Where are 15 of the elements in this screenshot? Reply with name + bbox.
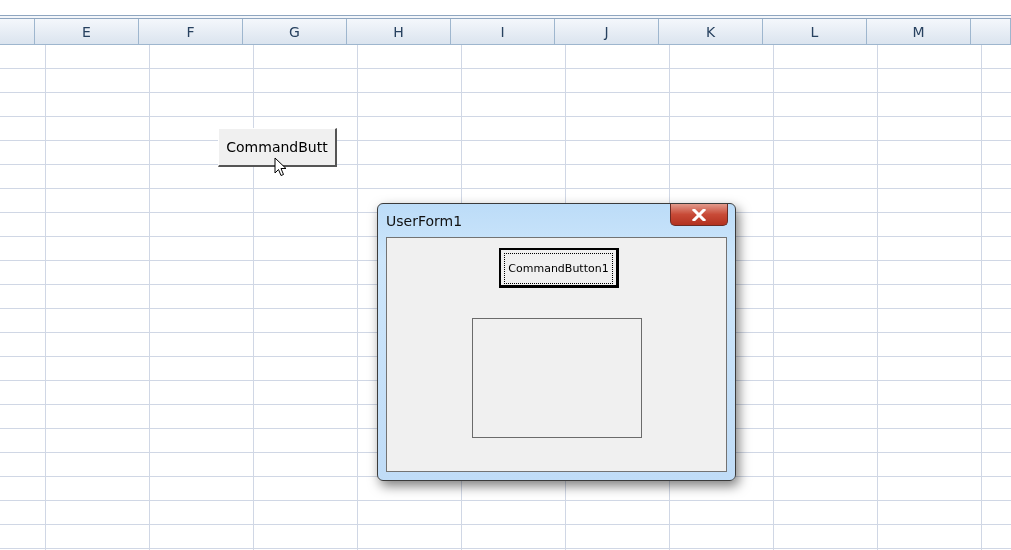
window-title: UserForm1 — [386, 213, 463, 229]
command-button[interactable]: CommandButt — [218, 128, 337, 167]
column-header[interactable]: M — [867, 19, 971, 44]
column-header[interactable]: E — [35, 19, 139, 44]
command-button[interactable]: CommandButton1 — [499, 248, 619, 288]
close-icon — [691, 208, 707, 221]
column-header[interactable]: F — [139, 19, 243, 44]
column-header[interactable]: G — [243, 19, 347, 44]
column-header[interactable]: I — [451, 19, 555, 44]
column-header[interactable]: L — [763, 19, 867, 44]
mouse-cursor-icon — [274, 157, 287, 177]
close-button[interactable] — [670, 204, 728, 226]
column-header[interactable]: K — [659, 19, 763, 44]
column-header[interactable]: H — [347, 19, 451, 44]
column-header[interactable]: J — [555, 19, 659, 44]
